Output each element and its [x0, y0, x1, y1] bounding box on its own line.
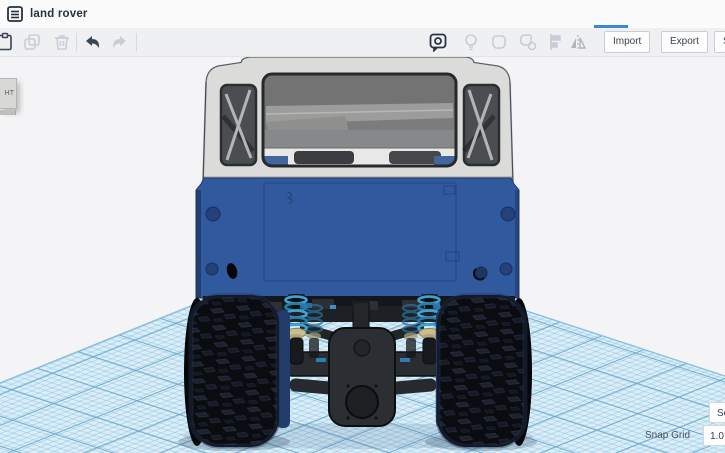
snap-grid-dropdown[interactable]: 1.0 mm	[703, 425, 725, 446]
export-button[interactable]: Export	[661, 31, 708, 53]
group-icon[interactable]	[489, 32, 509, 52]
view-cube-bevel	[0, 110, 16, 115]
app-header: land rover	[0, 0, 725, 29]
side-window-left	[219, 83, 258, 167]
3d-viewport[interactable]: HT Set Snap Grid 1.0 mm	[0, 56, 725, 453]
model-cab[interactable]	[202, 56, 514, 184]
toolbar-divider	[76, 33, 77, 51]
ungroup-icon[interactable]	[518, 32, 538, 52]
import-button[interactable]: Import	[604, 31, 651, 53]
rear-window	[261, 72, 458, 168]
mirror-icon[interactable]	[568, 32, 588, 52]
view-cube[interactable]: HT	[0, 78, 17, 109]
tinkercad-3d-editor: { "header": { "title": "land rover", "lo…	[0, 0, 725, 453]
side-window-right	[462, 83, 501, 167]
annotation-icon[interactable]	[428, 32, 448, 52]
redo-icon[interactable]	[110, 32, 130, 52]
undo-icon[interactable]	[82, 32, 102, 52]
tire-left[interactable]	[184, 293, 290, 449]
duplicate-icon[interactable]	[22, 32, 42, 52]
snap-grid-label: Snap Grid	[645, 430, 691, 441]
land-rover-model[interactable]	[184, 56, 532, 449]
paste-icon[interactable]	[0, 32, 15, 52]
3d-scene[interactable]	[0, 56, 725, 453]
align-icon[interactable]	[547, 32, 567, 52]
delete-icon[interactable]	[52, 32, 72, 52]
edit-toolbar: Import Export Send	[0, 28, 725, 57]
show-all-icon[interactable]	[461, 32, 481, 52]
document-title[interactable]: land rover	[30, 0, 88, 28]
view-cube-label: HT	[4, 90, 14, 97]
send-button[interactable]: Send	[714, 31, 725, 53]
grid-settings-button[interactable]: Set	[709, 402, 725, 423]
tire-right[interactable]	[435, 293, 532, 449]
tinkercad-logo-icon[interactable]	[7, 6, 23, 22]
toolbar-divider	[136, 33, 137, 51]
